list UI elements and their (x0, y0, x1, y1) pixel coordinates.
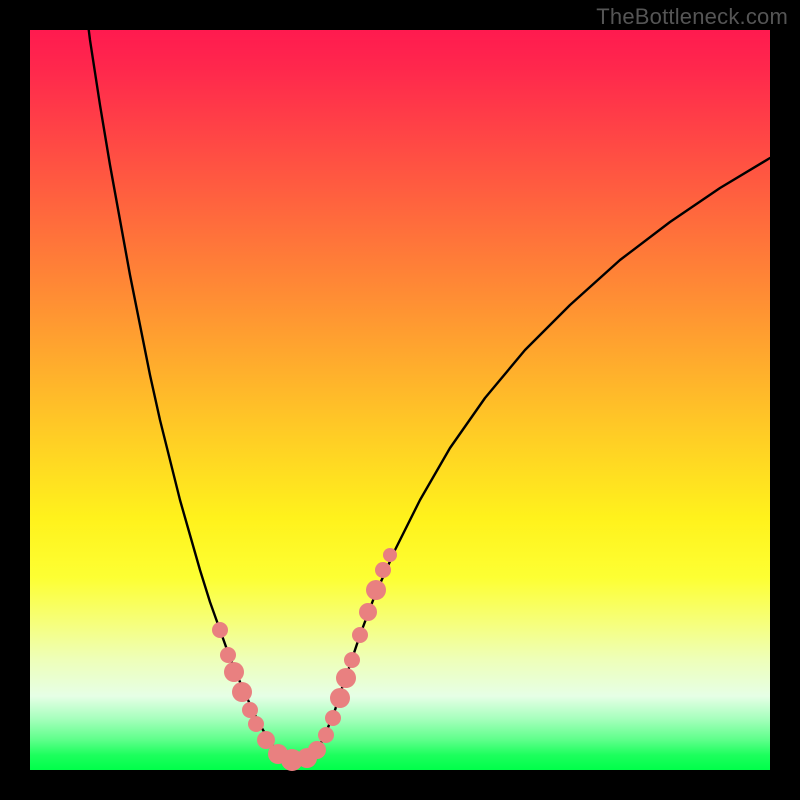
data-marker (375, 562, 391, 578)
data-marker (220, 647, 236, 663)
data-marker (359, 603, 377, 621)
curve-group (85, 0, 770, 760)
data-marker (330, 688, 350, 708)
data-marker (308, 741, 326, 759)
data-marker (242, 702, 258, 718)
data-marker (212, 622, 228, 638)
data-marker (224, 662, 244, 682)
marker-group (212, 548, 397, 771)
data-marker (318, 727, 334, 743)
data-marker (352, 627, 368, 643)
data-marker (344, 652, 360, 668)
data-marker (383, 548, 397, 562)
data-marker (325, 710, 341, 726)
watermark-text: TheBottleneck.com (596, 4, 788, 30)
data-marker (232, 682, 252, 702)
bottleneck-curve (85, 0, 770, 760)
curve-overlay (30, 30, 770, 770)
data-marker (248, 716, 264, 732)
data-marker (366, 580, 386, 600)
data-marker (336, 668, 356, 688)
